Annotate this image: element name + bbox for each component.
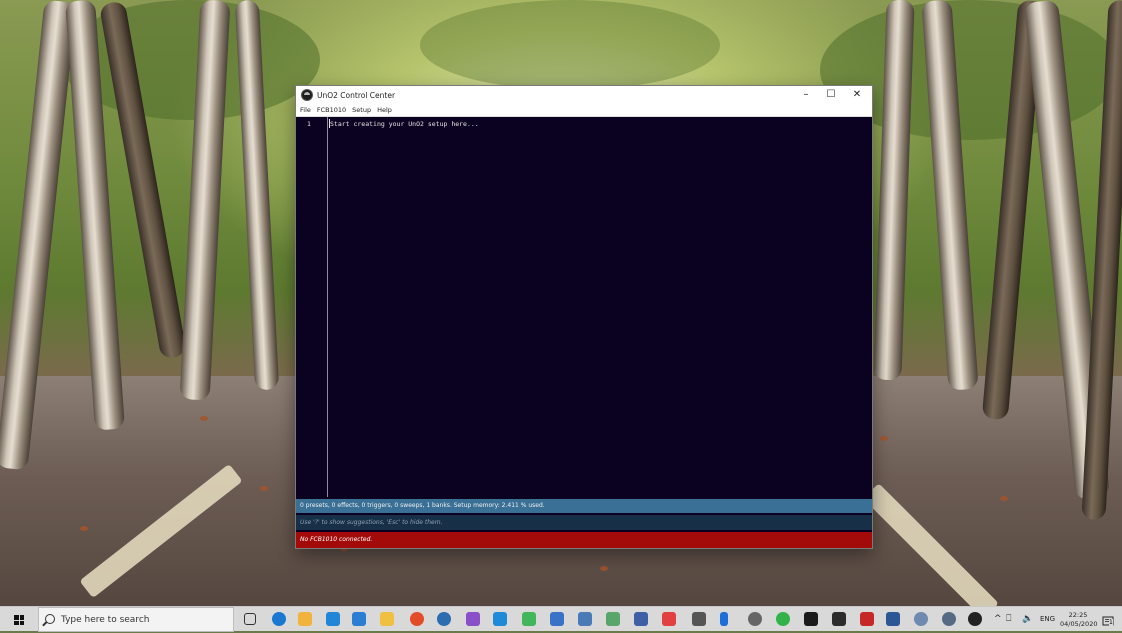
menu-bar: File FCB1010 Setup Help [296,104,872,117]
window-title: UnO2 Control Center [317,90,396,100]
hint-bar: Use '?' to show suggestions, 'Esc' to hi… [296,515,872,530]
onedrive-icon[interactable] [942,612,956,626]
tree-foliage [420,0,720,90]
console-icon[interactable] [832,612,846,626]
clock-date: 04/05/2020 [1060,620,1098,628]
road-line [863,483,999,606]
cloud-icon[interactable] [914,612,928,626]
chrome-icon[interactable] [410,612,424,626]
vscode-icon[interactable] [493,612,507,626]
volume-icon[interactable]: 🔈 [1022,614,1033,624]
leaf [200,416,208,421]
terminal-icon[interactable] [804,612,818,626]
photos-icon[interactable] [550,612,564,626]
editor-text-area[interactable]: Start creating your UnO2 setup here... [329,117,872,497]
taskbar: Type here to search ^ ⎕ 🔈 ENG 22:25 04/0… [0,606,1122,632]
calculator-icon[interactable] [692,612,706,626]
start-button[interactable] [0,607,38,632]
windows-logo-icon [14,615,24,625]
editor-line[interactable]: Start creating your UnO2 setup here... [330,120,479,128]
road-line [79,463,243,599]
leaf [880,436,888,441]
network-icon[interactable]: ⎕ [1006,614,1011,624]
tray-chevron-icon[interactable]: ^ [994,614,1002,624]
store-icon[interactable] [298,612,312,626]
task-view-icon[interactable] [244,613,256,625]
menu-setup[interactable]: Setup [352,106,371,114]
connection-error-bar: No FCB1010 connected. [296,532,872,548]
browser-icon[interactable] [437,612,451,626]
video-icon[interactable] [662,612,676,626]
filezilla-icon[interactable] [860,612,874,626]
python-icon[interactable] [606,612,620,626]
menu-file[interactable]: File [300,106,311,114]
notification-center-button[interactable]: 1 [1102,613,1114,626]
steam-icon[interactable] [968,612,982,626]
search-placeholder: Type here to search [61,615,150,625]
spotify-icon[interactable] [776,612,790,626]
clock[interactable]: 22:25 04/05/2020 [1060,611,1098,629]
search-icon [45,614,55,624]
mail-icon[interactable] [352,612,366,626]
app-grid-icon[interactable] [634,612,648,626]
line-number: 1 [307,120,311,128]
folder-icon[interactable] [380,612,394,626]
leaf [1000,496,1008,501]
edge-icon[interactable] [272,612,286,626]
visual-studio-icon[interactable] [466,612,480,626]
status-info-bar: 0 presets, 0 effects, 0 triggers, 0 swee… [296,499,872,513]
line-number-gutter: 1 [296,117,328,497]
leaf [260,486,268,491]
settings-icon[interactable] [748,612,762,626]
app-window: UnO2 Control Center – ☐ ✕ File FCB1010 S… [296,86,872,548]
close-button[interactable]: ✕ [842,86,872,104]
menu-fcb1010[interactable]: FCB1010 [317,106,346,114]
leaf [80,526,88,531]
cube-icon[interactable] [578,612,592,626]
app-l-icon[interactable] [326,612,340,626]
menu-help[interactable]: Help [377,106,392,114]
notification-count: 1 [1109,619,1113,626]
word-icon[interactable] [886,612,900,626]
language-indicator[interactable]: ENG [1040,607,1055,632]
clock-time: 22:25 [1068,611,1088,619]
phone-icon[interactable] [720,612,728,626]
taskbar-search-box[interactable]: Type here to search [38,607,234,632]
qt-icon[interactable] [522,612,536,626]
app-icon [301,89,313,101]
code-editor[interactable]: 1 Start creating your UnO2 setup here... [296,117,872,497]
leaf [600,566,608,571]
title-bar[interactable]: UnO2 Control Center – ☐ ✕ [296,86,872,104]
